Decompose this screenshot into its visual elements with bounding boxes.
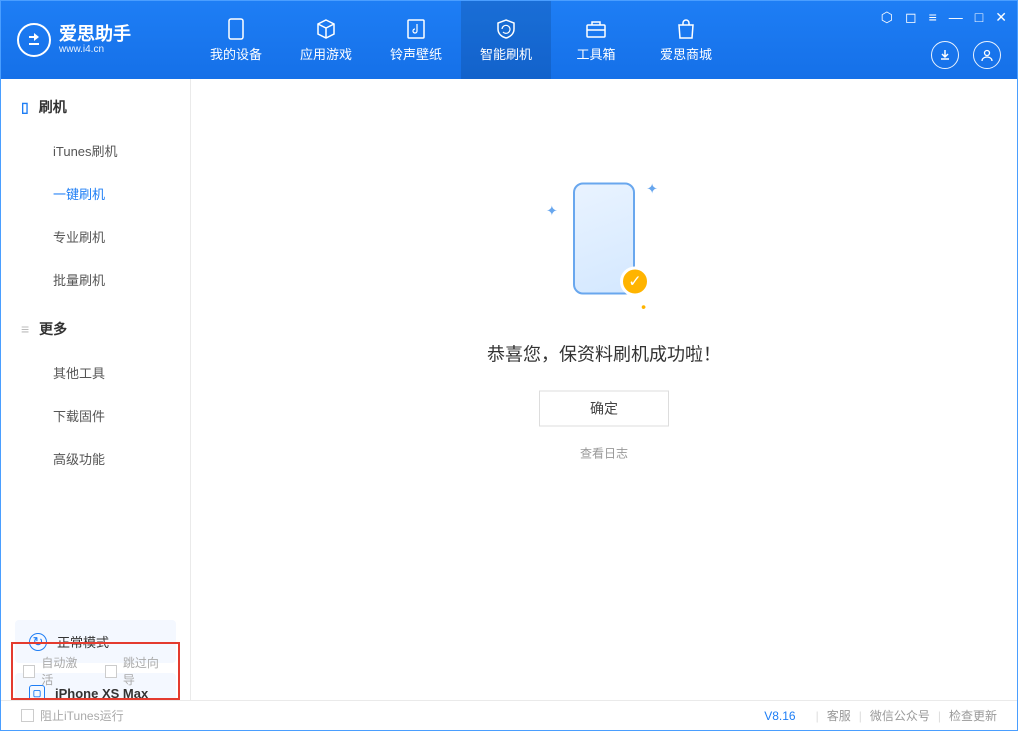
checkbox-skip-guide[interactable]: 跳过向导 (105, 654, 169, 688)
success-message: 恭喜您，保资料刷机成功啦！ (487, 340, 721, 366)
nav-store[interactable]: 爱思商城 (641, 1, 731, 79)
highlighted-options: 自动激活 跳过向导 (11, 642, 180, 700)
view-log-link[interactable]: 查看日志 (487, 444, 721, 461)
app-logo-icon (17, 23, 51, 57)
sidebar-section-more: ≡ 更多 (1, 301, 190, 351)
status-bar: 阻止iTunes运行 V8.16 | 客服 | 微信公众号 | 检查更新 (1, 700, 1017, 730)
section-title: 刷机 (39, 97, 67, 117)
sidebar-item-other-tools[interactable]: 其他工具 (1, 351, 190, 394)
nav-label: 应用游戏 (300, 44, 352, 63)
nav-ringtones-wallpapers[interactable]: 铃声壁纸 (371, 1, 461, 79)
header-right-actions (931, 41, 1001, 69)
download-button[interactable] (931, 41, 959, 69)
nav-toolbox[interactable]: 工具箱 (551, 1, 641, 79)
main-panel: ✦ ✦ • ✓ 恭喜您，保资料刷机成功啦！ 确定 查看日志 (191, 79, 1017, 700)
sparkle-icon: • (641, 298, 646, 314)
app-title: 爱思助手 (59, 25, 131, 45)
ok-button[interactable]: 确定 (539, 390, 669, 426)
nav-my-device[interactable]: 我的设备 (191, 1, 281, 79)
wechat-link[interactable]: 微信公众号 (870, 707, 930, 724)
nav-label: 爱思商城 (660, 44, 712, 63)
sidebar: ▯ 刷机 iTunes刷机 一键刷机 专业刷机 批量刷机 ≡ 更多 其他工具 下… (1, 79, 191, 700)
tshirt-icon[interactable]: ⬡ (881, 9, 893, 26)
music-note-icon (404, 18, 428, 40)
minimize-icon[interactable]: — (949, 9, 963, 26)
toolbox-icon (584, 18, 608, 40)
sparkle-icon: ✦ (646, 180, 658, 197)
shopping-bag-icon (674, 18, 698, 40)
phone-icon: ▯ (21, 99, 29, 116)
version-label: V8.16 (764, 709, 795, 723)
checkbox-label: 跳过向导 (123, 654, 168, 688)
nav-label: 铃声壁纸 (390, 44, 442, 63)
customer-service-link[interactable]: 客服 (827, 707, 851, 724)
menu-icon[interactable]: ≡ (929, 9, 937, 26)
sidebar-item-batch-flash[interactable]: 批量刷机 (1, 258, 190, 301)
nav-apps-games[interactable]: 应用游戏 (281, 1, 371, 79)
nav-label: 智能刷机 (480, 44, 532, 63)
nav-label: 工具箱 (576, 44, 615, 63)
sparkle-icon: ✦ (546, 202, 558, 219)
checkbox-label: 自动激活 (41, 654, 86, 688)
checkbox-block-itunes[interactable]: 阻止iTunes运行 (21, 707, 124, 724)
cube-icon (314, 18, 338, 40)
success-panel: ✦ ✦ • ✓ 恭喜您，保资料刷机成功啦！ 确定 查看日志 (487, 168, 721, 461)
maximize-icon[interactable]: □ (975, 9, 983, 26)
sidebar-item-itunes-flash[interactable]: iTunes刷机 (1, 129, 190, 172)
close-icon[interactable]: ✕ (995, 9, 1007, 26)
success-illustration: ✦ ✦ • ✓ (544, 168, 664, 318)
checkbox-icon (23, 665, 35, 678)
sidebar-section-flash: ▯ 刷机 (1, 79, 190, 129)
app-subtitle: www.i4.cn (59, 44, 131, 55)
user-button[interactable] (973, 41, 1001, 69)
refresh-shield-icon (494, 18, 518, 40)
sidebar-item-onekey-flash[interactable]: 一键刷机 (1, 172, 190, 215)
nav-label: 我的设备 (210, 44, 262, 63)
checkbox-icon (21, 709, 34, 722)
checkbox-label: 阻止iTunes运行 (40, 707, 124, 724)
check-update-link[interactable]: 检查更新 (949, 707, 997, 724)
sidebar-item-pro-flash[interactable]: 专业刷机 (1, 215, 190, 258)
section-title: 更多 (39, 319, 67, 339)
checkmark-icon: ✓ (620, 266, 650, 296)
sidebar-item-download-firmware[interactable]: 下载固件 (1, 394, 190, 437)
titlebar-controls: ⬡ ◻ ≡ — □ ✕ (881, 9, 1007, 26)
content-area: ▯ 刷机 iTunes刷机 一键刷机 专业刷机 批量刷机 ≡ 更多 其他工具 下… (1, 79, 1017, 700)
sidebar-item-advanced[interactable]: 高级功能 (1, 437, 190, 480)
checkbox-icon (105, 665, 117, 678)
nav-smart-flash[interactable]: 智能刷机 (461, 1, 551, 79)
device-icon (224, 18, 248, 40)
main-nav: 我的设备 应用游戏 铃声壁纸 智能刷机 工具箱 爱思商城 (191, 1, 731, 79)
feedback-icon[interactable]: ◻ (905, 9, 917, 26)
list-icon: ≡ (21, 321, 29, 337)
logo-area: 爱思助手 www.i4.cn (1, 23, 191, 57)
app-header: 爱思助手 www.i4.cn 我的设备 应用游戏 铃声壁纸 智能刷机 工具箱 爱… (1, 1, 1017, 79)
checkbox-auto-activate[interactable]: 自动激活 (23, 654, 87, 688)
